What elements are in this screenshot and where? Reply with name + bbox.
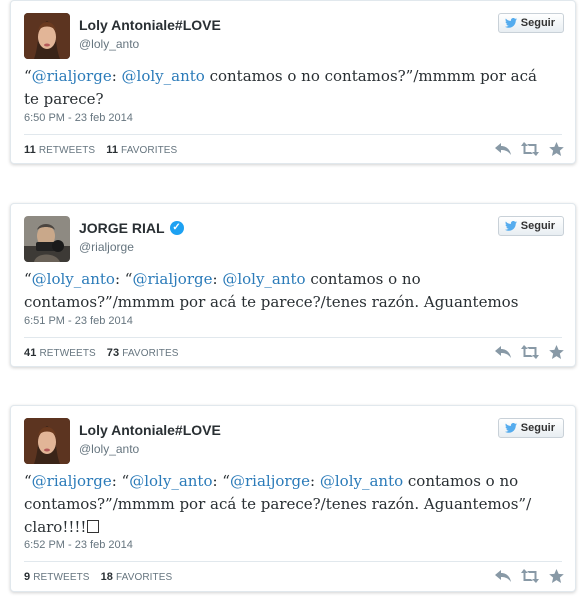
favorite-star-icon[interactable] [549,345,564,359]
avatar[interactable] [24,216,70,262]
tweet-text: “@rialjorge: @loly_anto contamos o no co… [24,65,537,111]
follow-button[interactable]: Seguir [497,418,564,438]
follow-label: Seguir [520,220,555,232]
twitter-bird-icon [504,221,517,231]
tweet-text: “@loly_anto: “@rialjorge: @loly_anto con… [24,268,537,314]
mention-link[interactable]: @loly_anto [129,472,212,490]
unsupported-emoji-icon [87,520,100,533]
tweet-card: Loly Antoniale#LOVE @loly_anto Seguir “@… [10,0,576,164]
retweet-count[interactable]: 41 RETWEETS [24,347,96,359]
avatar[interactable] [24,418,70,464]
divider [24,134,562,135]
tweet-card: JORGE RIAL ✓ @rialjorge Seguir “@loly_an… [10,203,576,367]
follow-button[interactable]: Seguir [497,13,564,33]
display-name-text[interactable]: Loly Antoniale#LOVE [79,422,221,438]
divider [24,561,562,562]
retweet-count[interactable]: 9 RETWEETS [24,571,90,583]
retweet-icon[interactable] [521,345,539,359]
display-name[interactable]: Loly Antoniale#LOVE [79,17,221,33]
twitter-bird-icon [504,18,517,28]
tweet-text-segment: : “ [111,472,130,490]
tweet-text-segment: : “ [114,270,133,288]
follow-label: Seguir [520,422,555,434]
mention-link[interactable]: @loly_anto [32,270,115,288]
display-name[interactable]: Loly Antoniale#LOVE [79,422,221,438]
retweet-icon[interactable] [521,569,539,583]
favorite-count[interactable]: 18 FAVORITES [101,571,173,583]
tweet-text-segment: “ [24,472,32,490]
tweet-stats: 11 RETWEETS 11 FAVORITES [24,144,177,156]
display-name-text[interactable]: Loly Antoniale#LOVE [79,17,221,33]
tweet-text-segment: : [111,67,122,85]
tweet-actions [495,142,564,156]
reply-icon[interactable] [495,345,511,359]
follow-label: Seguir [520,17,555,29]
mention-link[interactable]: @rialjorge [32,472,112,490]
display-name[interactable]: JORGE RIAL ✓ [79,220,184,236]
verified-badge-icon: ✓ [169,221,184,235]
mention-link[interactable]: @rialjorge [32,67,112,85]
follow-button[interactable]: Seguir [497,216,564,236]
tweet-stats: 9 RETWEETS 18 FAVORITES [24,571,172,583]
retweet-count[interactable]: 11 RETWEETS [24,144,95,156]
divider [24,337,562,338]
mention-link[interactable]: @loly_anto [122,67,205,85]
tweet-timestamp[interactable]: 6:50 PM - 23 feb 2014 [24,112,133,124]
tweet-text-segment: “ [24,67,32,85]
reply-icon[interactable] [495,569,511,583]
tweet-actions [495,569,564,583]
tweet-text-segment: “ [24,270,32,288]
mention-link[interactable]: @loly_anto [222,270,305,288]
tweet-text-segment: : “ [212,472,230,490]
user-handle[interactable]: @loly_anto [79,442,139,456]
tweet-card: Loly Antoniale#LOVE @loly_anto Seguir “@… [10,405,576,592]
favorite-star-icon[interactable] [549,569,564,583]
user-handle[interactable]: @loly_anto [79,37,139,51]
tweet-timestamp[interactable]: 6:52 PM - 23 feb 2014 [24,539,133,551]
tweet-text-segment: : [310,472,320,490]
favorite-star-icon[interactable] [549,142,564,156]
favorite-count[interactable]: 11 FAVORITES [106,144,177,156]
mention-link[interactable]: @loly_anto [320,472,403,490]
mention-link[interactable]: @rialjorge [132,270,212,288]
display-name-text[interactable]: JORGE RIAL [79,220,165,236]
twitter-bird-icon [504,423,517,433]
avatar[interactable] [24,13,70,59]
retweet-icon[interactable] [521,142,539,156]
user-handle[interactable]: @rialjorge [79,240,134,254]
tweet-timestamp[interactable]: 6:51 PM - 23 feb 2014 [24,315,133,327]
reply-icon[interactable] [495,142,511,156]
tweet-text-segment: : [212,270,223,288]
favorite-count[interactable]: 73 FAVORITES [107,347,179,359]
mention-link[interactable]: @rialjorge [230,472,310,490]
tweet-text: “@rialjorge: “@loly_anto: “@rialjorge: @… [24,470,537,539]
tweet-actions [495,345,564,359]
tweet-stats: 41 RETWEETS 73 FAVORITES [24,347,179,359]
